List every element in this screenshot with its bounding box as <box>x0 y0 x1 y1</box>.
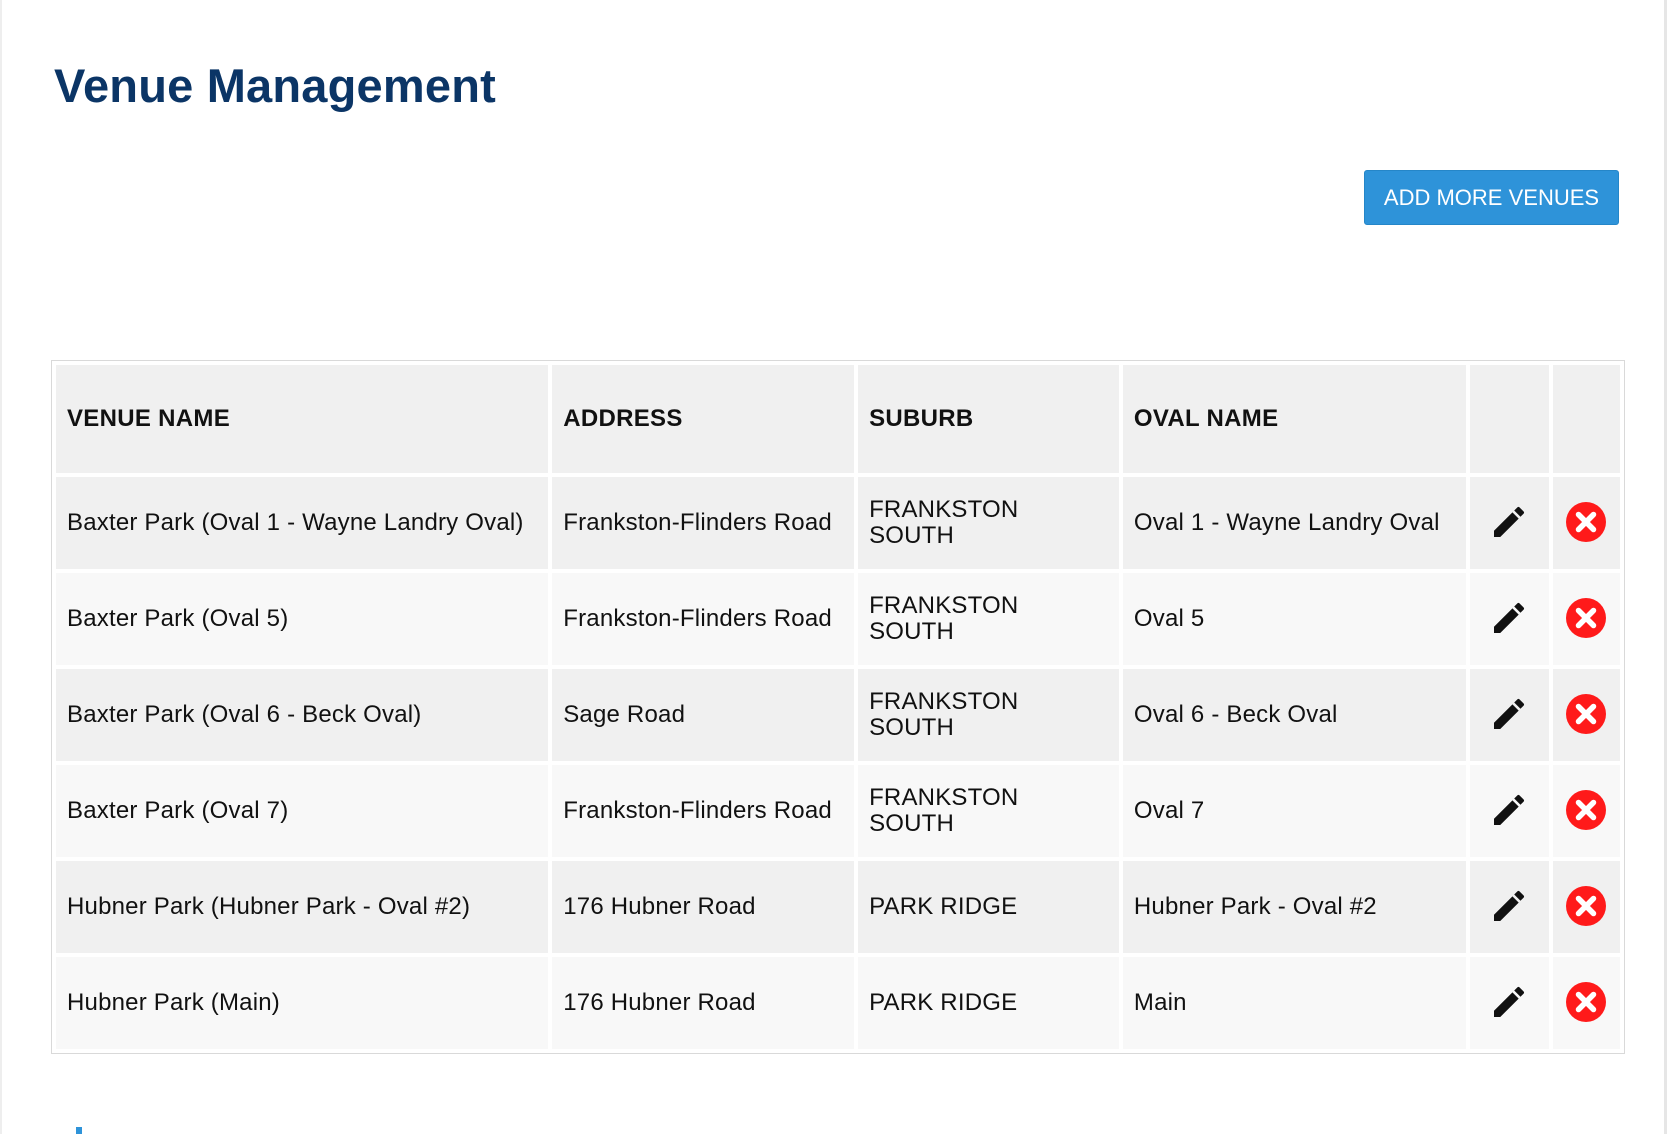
pencil-icon[interactable] <box>1485 498 1533 546</box>
venue-management-page: Venue Management ADD MORE VENUES VENUE N… <box>0 0 1670 1134</box>
cell-edit <box>1469 861 1549 953</box>
cell-suburb: FRANKSTON SOUTH <box>858 477 1119 569</box>
cell-address: Frankston-Flinders Road <box>552 573 855 665</box>
cell-delete <box>1552 765 1620 857</box>
delete-icon[interactable] <box>1562 498 1610 546</box>
cell-delete <box>1552 477 1620 569</box>
cell-edit <box>1469 957 1549 1049</box>
cell-oval-name: Oval 6 - Beck Oval <box>1122 669 1466 761</box>
cell-venue-name: Baxter Park (Oval 7) <box>56 765 549 857</box>
cell-delete <box>1552 573 1620 665</box>
cell-address: 176 Hubner Road <box>552 957 855 1049</box>
delete-icon[interactable] <box>1562 978 1610 1026</box>
cell-delete <box>1552 861 1620 953</box>
left-border <box>0 0 2 1134</box>
cell-oval-name: Hubner Park - Oval #2 <box>1122 861 1466 953</box>
cell-suburb: PARK RIDGE <box>858 861 1119 953</box>
cell-suburb: PARK RIDGE <box>858 957 1119 1049</box>
table-row: Baxter Park (Oval 5) Frankston-Flinders R… <box>56 573 1620 665</box>
column-header-edit <box>1469 365 1549 473</box>
venues-table-container: VENUE NAME ADDRESS SUBURB OVAL NAME Baxt… <box>51 360 1625 1054</box>
cell-venue-name: Hubner Park (Hubner Park - Oval #2) <box>56 861 549 953</box>
table-header-row: VENUE NAME ADDRESS SUBURB OVAL NAME <box>56 365 1620 473</box>
cell-venue-name: Hubner Park (Main) <box>56 957 549 1049</box>
right-border <box>1664 0 1667 1134</box>
table-row: Hubner Park (Main) 176 Hubner Road PARK RI… <box>56 957 1620 1049</box>
column-header-oval-name: OVAL NAME <box>1122 365 1466 473</box>
cell-suburb: FRANKSTON SOUTH <box>858 765 1119 857</box>
table-row: Baxter Park (Oval 7) Frankston-Flinders R… <box>56 765 1620 857</box>
cell-venue-name: Baxter Park (Oval 5) <box>56 573 549 665</box>
pencil-icon[interactable] <box>1485 882 1533 930</box>
cell-oval-name: Oval 5 <box>1122 573 1466 665</box>
cell-suburb: FRANKSTON SOUTH <box>858 669 1119 761</box>
table-row: Baxter Park (Oval 6 - Beck Oval) Sage Roa… <box>56 669 1620 761</box>
venues-table: VENUE NAME ADDRESS SUBURB OVAL NAME Baxt… <box>52 361 1624 1053</box>
add-more-venues-button[interactable]: ADD MORE VENUES <box>1364 170 1619 225</box>
delete-icon[interactable] <box>1562 690 1610 738</box>
pencil-icon[interactable] <box>1485 978 1533 1026</box>
column-header-delete <box>1552 365 1620 473</box>
cell-edit <box>1469 669 1549 761</box>
table-row: Baxter Park (Oval 1 - Wayne Landry Oval)… <box>56 477 1620 569</box>
pencil-icon[interactable] <box>1485 786 1533 834</box>
delete-icon[interactable] <box>1562 882 1610 930</box>
cell-suburb: FRANKSTON SOUTH <box>858 573 1119 665</box>
column-header-venue-name: VENUE NAME <box>56 365 549 473</box>
table-row: Hubner Park (Hubner Park - Oval #2) 176 H… <box>56 861 1620 953</box>
cell-venue-name: Baxter Park (Oval 1 - Wayne Landry Oval) <box>56 477 549 569</box>
table-body: Baxter Park (Oval 1 - Wayne Landry Oval)… <box>56 477 1620 1049</box>
cell-address: Frankston-Flinders Road <box>552 477 855 569</box>
cell-address: Frankston-Flinders Road <box>552 765 855 857</box>
footer-fragment <box>76 1127 82 1134</box>
pencil-icon[interactable] <box>1485 690 1533 738</box>
cell-edit <box>1469 765 1549 857</box>
column-header-suburb: SUBURB <box>858 365 1119 473</box>
cell-delete <box>1552 669 1620 761</box>
delete-icon[interactable] <box>1562 594 1610 642</box>
page-title: Venue Management <box>54 59 496 112</box>
cell-venue-name: Baxter Park (Oval 6 - Beck Oval) <box>56 669 549 761</box>
cell-oval-name: Oval 7 <box>1122 765 1466 857</box>
cell-oval-name: Oval 1 - Wayne Landry Oval <box>1122 477 1466 569</box>
pencil-icon[interactable] <box>1485 594 1533 642</box>
column-header-address: ADDRESS <box>552 365 855 473</box>
cell-oval-name: Main <box>1122 957 1466 1049</box>
cell-delete <box>1552 957 1620 1049</box>
cell-address: Sage Road <box>552 669 855 761</box>
cell-address: 176 Hubner Road <box>552 861 855 953</box>
cell-edit <box>1469 573 1549 665</box>
delete-icon[interactable] <box>1562 786 1610 834</box>
cell-edit <box>1469 477 1549 569</box>
